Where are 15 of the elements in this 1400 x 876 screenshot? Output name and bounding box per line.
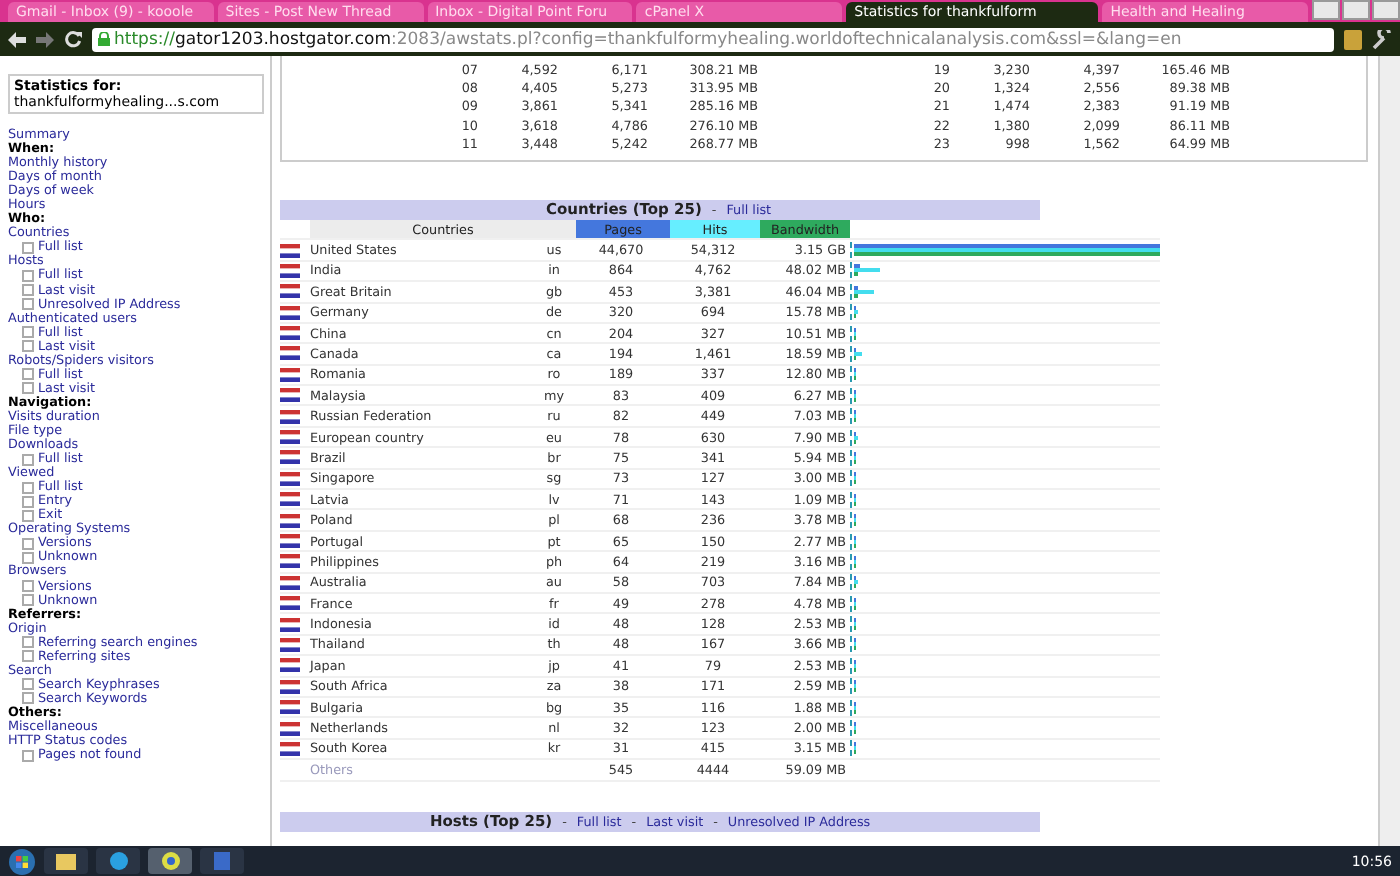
start-button-icon[interactable] [8,847,36,875]
lock-icon [98,32,110,46]
chat-icon[interactable] [96,848,140,874]
wrench-icon[interactable] [1372,29,1392,49]
page-icon[interactable] [1344,29,1362,49]
bullet-icon [22,241,34,254]
bullet-icon [22,453,34,466]
document-icon[interactable] [200,848,244,874]
bullet-icon [22,749,34,762]
reload-icon[interactable] [64,30,82,48]
folder-icon[interactable] [44,848,88,874]
forward-icon[interactable] [36,31,54,47]
back-icon[interactable] [8,31,26,47]
browser-icon[interactable] [148,848,192,874]
address-field[interactable]: https://gator1203.hostgator.com:2083/awstats.pl?config=thankfulformyhealing.worldoftechnicalanalysis.com&ssl=&lang=en [92,27,1334,51]
